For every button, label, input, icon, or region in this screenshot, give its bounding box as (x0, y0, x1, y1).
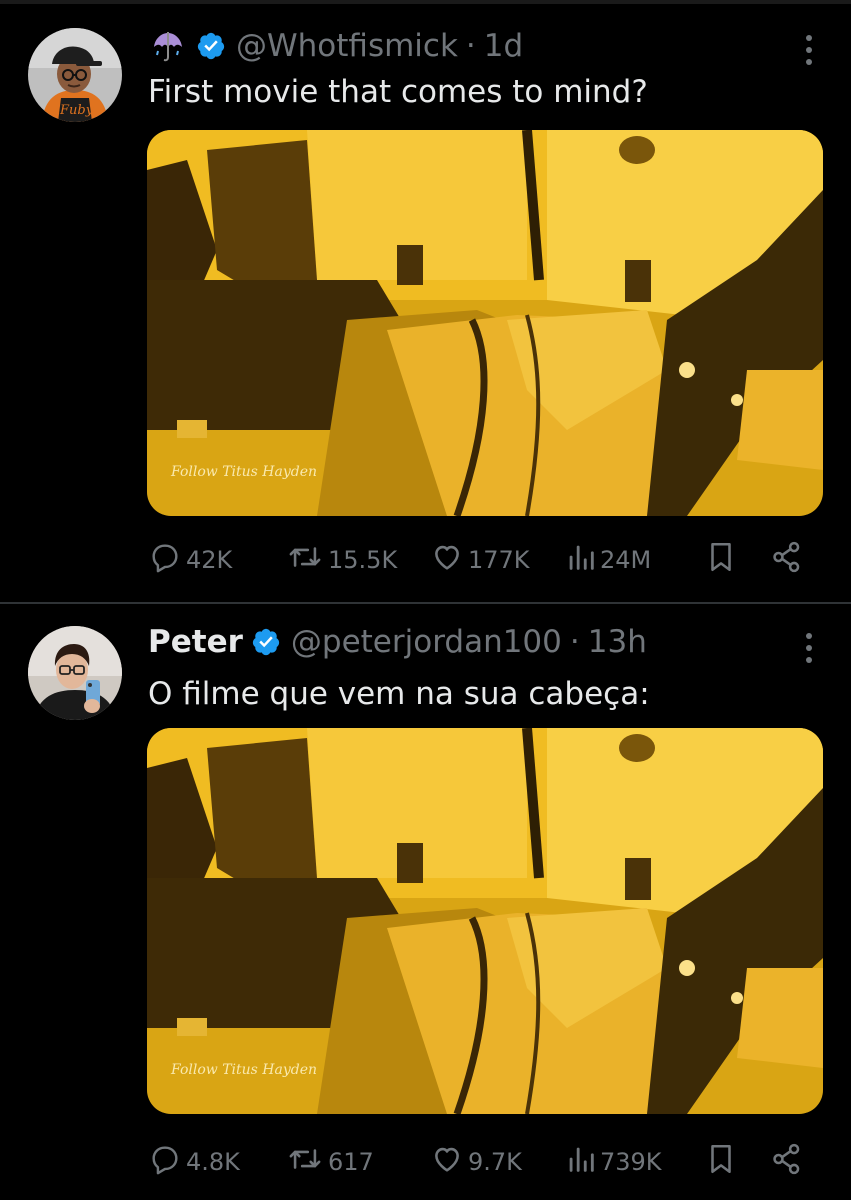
views-button[interactable]: 24M (566, 538, 651, 582)
like-count: 177K (468, 546, 530, 574)
views-count: 24M (600, 546, 652, 574)
tweet-2[interactable]: Peter @peterjordan100 · 13h O filme que … (0, 604, 851, 1200)
bookmark-button[interactable] (704, 538, 738, 582)
views-count: 739K (600, 1148, 662, 1176)
share-icon (770, 1142, 804, 1182)
bookmark-icon (704, 539, 738, 581)
umbrella-with-rain-icon (148, 26, 188, 66)
reply-icon (148, 1142, 182, 1182)
repost-icon (286, 540, 324, 580)
reply-count: 4.8K (186, 1148, 240, 1176)
tweet-text: First movie that comes to mind? (148, 74, 648, 110)
share-button[interactable] (770, 1140, 804, 1184)
repost-count: 15.5K (328, 546, 398, 574)
tweet-text: O filme que vem na sua cabeça: (148, 676, 650, 712)
repost-button[interactable]: 617 (286, 1140, 374, 1184)
separator-dot: · (569, 624, 580, 660)
display-name[interactable]: Peter (148, 624, 243, 660)
user-handle[interactable]: @peterjordan100 (291, 624, 562, 660)
repost-count: 617 (328, 1148, 374, 1176)
reply-button[interactable]: 42K (148, 538, 232, 582)
media-watermark: Follow Titus Hayden (171, 1062, 318, 1078)
timestamp[interactable]: 13h (588, 624, 647, 660)
heart-icon (430, 1142, 464, 1182)
tweet-1[interactable]: Fuby @Whotfismick · 1d First movie that … (0, 0, 851, 603)
separator-dot: · (465, 28, 476, 64)
like-count: 9.7K (468, 1148, 522, 1176)
tweet-actions: 42K 15.5K 177K 24M (148, 538, 818, 582)
like-button[interactable]: 9.7K (430, 1140, 522, 1184)
heart-icon (430, 540, 464, 580)
tweet-header: Peter @peterjordan100 · 13h (148, 620, 647, 664)
more-options-icon[interactable] (801, 30, 817, 70)
views-chart-icon (566, 1142, 596, 1182)
reply-button[interactable]: 4.8K (148, 1140, 240, 1184)
like-button[interactable]: 177K (430, 538, 530, 582)
timestamp[interactable]: 1d (484, 28, 523, 64)
more-options-icon[interactable] (801, 628, 817, 668)
views-chart-icon (566, 540, 596, 580)
reply-icon (148, 540, 182, 580)
tweet-media[interactable]: Follow Titus Hayden (147, 728, 823, 1114)
bookmark-icon (704, 1141, 738, 1183)
svg-text:Fuby: Fuby (59, 103, 94, 118)
verified-badge-icon[interactable] (251, 627, 281, 657)
views-button[interactable]: 739K (566, 1140, 662, 1184)
verified-badge-icon[interactable] (196, 31, 226, 61)
share-icon (770, 540, 804, 580)
media-watermark: Follow Titus Hayden (171, 464, 318, 480)
share-button[interactable] (770, 538, 804, 582)
tweet-header: @Whotfismick · 1d (148, 24, 523, 68)
user-handle[interactable]: @Whotfismick (236, 28, 458, 64)
tweet-actions: 4.8K 617 9.7K 739K (148, 1140, 818, 1184)
reply-count: 42K (186, 546, 233, 574)
tweet-media[interactable]: Follow Titus Hayden (147, 130, 823, 516)
repost-icon (286, 1142, 324, 1182)
avatar[interactable] (28, 626, 122, 720)
repost-button[interactable]: 15.5K (286, 538, 397, 582)
bookmark-button[interactable] (704, 1140, 738, 1184)
avatar[interactable]: Fuby (28, 28, 122, 122)
